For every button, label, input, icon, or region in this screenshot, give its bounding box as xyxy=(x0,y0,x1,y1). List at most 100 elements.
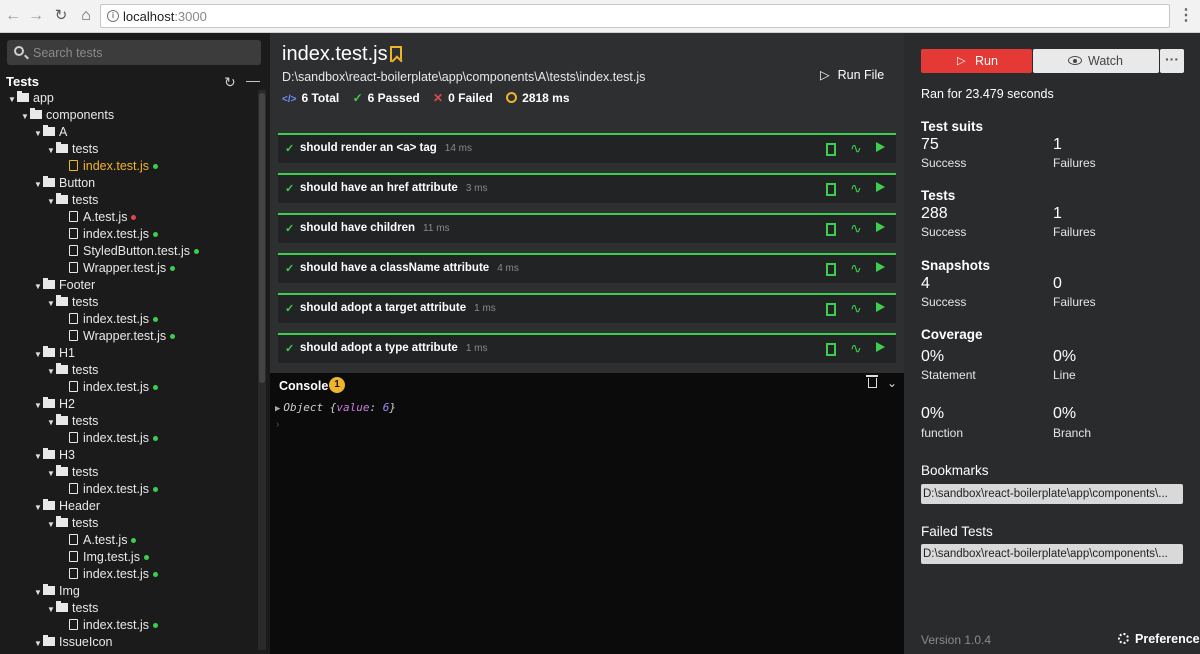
bookmark-item[interactable]: D:\sandbox\react-boilerplate\app\compone… xyxy=(921,484,1183,504)
tree-folder[interactable]: ▼ tests xyxy=(0,294,258,311)
caret-down-icon[interactable]: ▼ xyxy=(47,295,56,312)
test-item[interactable]: ✓ should render an <a> tag 14 ms ∿ xyxy=(278,133,896,163)
tree-folder[interactable]: ▼ components xyxy=(0,107,258,124)
expand-triangle-icon[interactable]: ▶ xyxy=(275,404,280,414)
back-arrow-icon[interactable]: ← xyxy=(4,6,22,26)
caret-down-icon[interactable]: ▼ xyxy=(34,346,43,363)
tree-folder[interactable]: ▼ IssueIcon xyxy=(0,634,258,651)
caret-down-icon[interactable]: ▼ xyxy=(47,363,56,380)
tree-file[interactable]: A.test.js xyxy=(0,209,258,226)
failed-test-item[interactable]: D:\sandbox\react-boilerplate\app\compone… xyxy=(921,544,1183,564)
tree-file[interactable]: index.test.js xyxy=(0,311,258,328)
preference-button[interactable]: Preference xyxy=(1118,632,1200,646)
tree-file[interactable]: Wrapper.test.js xyxy=(0,328,258,345)
tree-file[interactable]: index.test.js xyxy=(0,158,258,175)
open-file-icon[interactable] xyxy=(826,143,836,156)
trash-icon[interactable] xyxy=(866,375,878,388)
tree-file[interactable]: index.test.js xyxy=(0,566,258,583)
caret-down-icon[interactable]: ▼ xyxy=(34,584,43,601)
tree-folder[interactable]: ▼ A xyxy=(0,124,258,141)
caret-down-icon[interactable]: ▼ xyxy=(47,516,56,533)
run-test-icon[interactable] xyxy=(876,222,885,232)
caret-down-icon[interactable]: ▼ xyxy=(34,176,43,193)
open-file-icon[interactable] xyxy=(826,263,836,276)
tree-file[interactable]: StyledButton.test.js xyxy=(0,243,258,260)
caret-down-icon[interactable]: ▼ xyxy=(34,448,43,465)
more-options-button[interactable]: ··· xyxy=(1160,49,1184,73)
tree-folder[interactable]: ▼ Button xyxy=(0,175,258,192)
caret-down-icon[interactable]: ▼ xyxy=(34,635,43,652)
activity-icon[interactable]: ∿ xyxy=(850,340,862,357)
tree-folder[interactable]: ▼ tests xyxy=(0,515,258,532)
url-text[interactable]: localhost:3000 xyxy=(123,9,207,24)
tree-folder[interactable]: ▼ tests xyxy=(0,141,258,158)
tree-file[interactable]: Wrapper.test.js xyxy=(0,260,258,277)
test-item[interactable]: ✓ should have a className attribute 4 ms ∿ xyxy=(278,253,896,283)
run-test-icon[interactable] xyxy=(876,262,885,272)
tree-folder[interactable]: ▼ H2 xyxy=(0,396,258,413)
address-bar[interactable]: i localhost:3000 xyxy=(100,4,1170,28)
tree-folder[interactable]: ▼ Footer xyxy=(0,277,258,294)
caret-down-icon[interactable]: ▼ xyxy=(47,414,56,431)
tree-folder[interactable]: ▼ Header xyxy=(0,498,258,515)
open-file-icon[interactable] xyxy=(826,343,836,356)
activity-icon[interactable]: ∿ xyxy=(850,260,862,277)
tree-file[interactable]: A.test.js xyxy=(0,532,258,549)
tree-folder[interactable]: ▼ tests xyxy=(0,413,258,430)
open-file-icon[interactable] xyxy=(826,303,836,316)
test-item[interactable]: ✓ should adopt a target attribute 1 ms ∿ xyxy=(278,293,896,323)
run-test-icon[interactable] xyxy=(876,182,885,192)
open-file-icon[interactable] xyxy=(826,183,836,196)
collapse-all-icon[interactable]: — xyxy=(246,72,260,88)
tree-folder[interactable]: ▼ tests xyxy=(0,600,258,617)
test-item[interactable]: ✓ should adopt a type attribute 1 ms ∿ xyxy=(278,333,896,363)
tree-file[interactable]: index.test.js xyxy=(0,617,258,634)
run-test-icon[interactable] xyxy=(876,302,885,312)
test-item[interactable]: ✓ should have children 11 ms ∿ xyxy=(278,213,896,243)
caret-down-icon[interactable]: ▼ xyxy=(47,465,56,482)
browser-menu-icon[interactable]: ⋮ xyxy=(1178,6,1194,26)
open-file-icon[interactable] xyxy=(826,223,836,236)
tree-folder[interactable]: ▼ app xyxy=(0,90,258,107)
console-log-line[interactable]: ▶ Object {value: 6} xyxy=(275,401,396,414)
tree-file[interactable]: index.test.js xyxy=(0,430,258,447)
run-test-icon[interactable] xyxy=(876,342,885,352)
search-input[interactable] xyxy=(33,43,253,62)
tree-folder[interactable]: ▼ tests xyxy=(0,192,258,209)
home-icon[interactable]: ⌂ xyxy=(77,6,95,26)
refresh-icon[interactable]: ↻ xyxy=(224,74,236,91)
caret-down-icon[interactable]: ▼ xyxy=(34,397,43,414)
caret-down-icon[interactable]: ▼ xyxy=(47,142,56,159)
caret-down-icon[interactable]: ▼ xyxy=(47,193,56,210)
activity-icon[interactable]: ∿ xyxy=(850,180,862,197)
info-icon[interactable]: i xyxy=(107,10,119,22)
sidebar-scrollbar-thumb[interactable] xyxy=(259,93,265,383)
tree-file[interactable]: Img.test.js xyxy=(0,549,258,566)
caret-down-icon[interactable]: ▼ xyxy=(34,125,43,142)
reload-icon[interactable]: ↻ xyxy=(52,6,70,26)
run-test-icon[interactable] xyxy=(876,142,885,152)
caret-down-icon[interactable]: ▼ xyxy=(47,601,56,618)
console-prompt-icon[interactable]: › xyxy=(276,419,279,430)
test-item[interactable]: ✓ should have an href attribute 3 ms ∿ xyxy=(278,173,896,203)
search-box[interactable] xyxy=(7,40,261,65)
bookmark-icon[interactable] xyxy=(390,46,402,62)
activity-icon[interactable]: ∿ xyxy=(850,140,862,157)
tree-file[interactable]: index.test.js xyxy=(0,226,258,243)
tree-folder[interactable]: ▼ tests xyxy=(0,464,258,481)
run-file-button[interactable]: ▷ Run File xyxy=(820,67,884,82)
tree-folder[interactable]: ▼ tests xyxy=(0,362,258,379)
caret-down-icon[interactable]: ▼ xyxy=(21,108,30,125)
activity-icon[interactable]: ∿ xyxy=(850,300,862,317)
tree-folder[interactable]: ▼ Img xyxy=(0,583,258,600)
tree-folder[interactable]: ▼ H3 xyxy=(0,447,258,464)
watch-button[interactable]: Watch xyxy=(1033,49,1159,73)
activity-icon[interactable]: ∿ xyxy=(850,220,862,237)
tree-folder[interactable]: ▼ H1 xyxy=(0,345,258,362)
run-button[interactable]: ▷ Run xyxy=(921,49,1032,73)
tree-file[interactable]: index.test.js xyxy=(0,379,258,396)
chevron-down-icon[interactable]: ⌄ xyxy=(887,376,897,390)
forward-arrow-icon[interactable]: → xyxy=(27,6,45,26)
caret-down-icon[interactable]: ▼ xyxy=(34,278,43,295)
tree-file[interactable]: index.test.js xyxy=(0,481,258,498)
